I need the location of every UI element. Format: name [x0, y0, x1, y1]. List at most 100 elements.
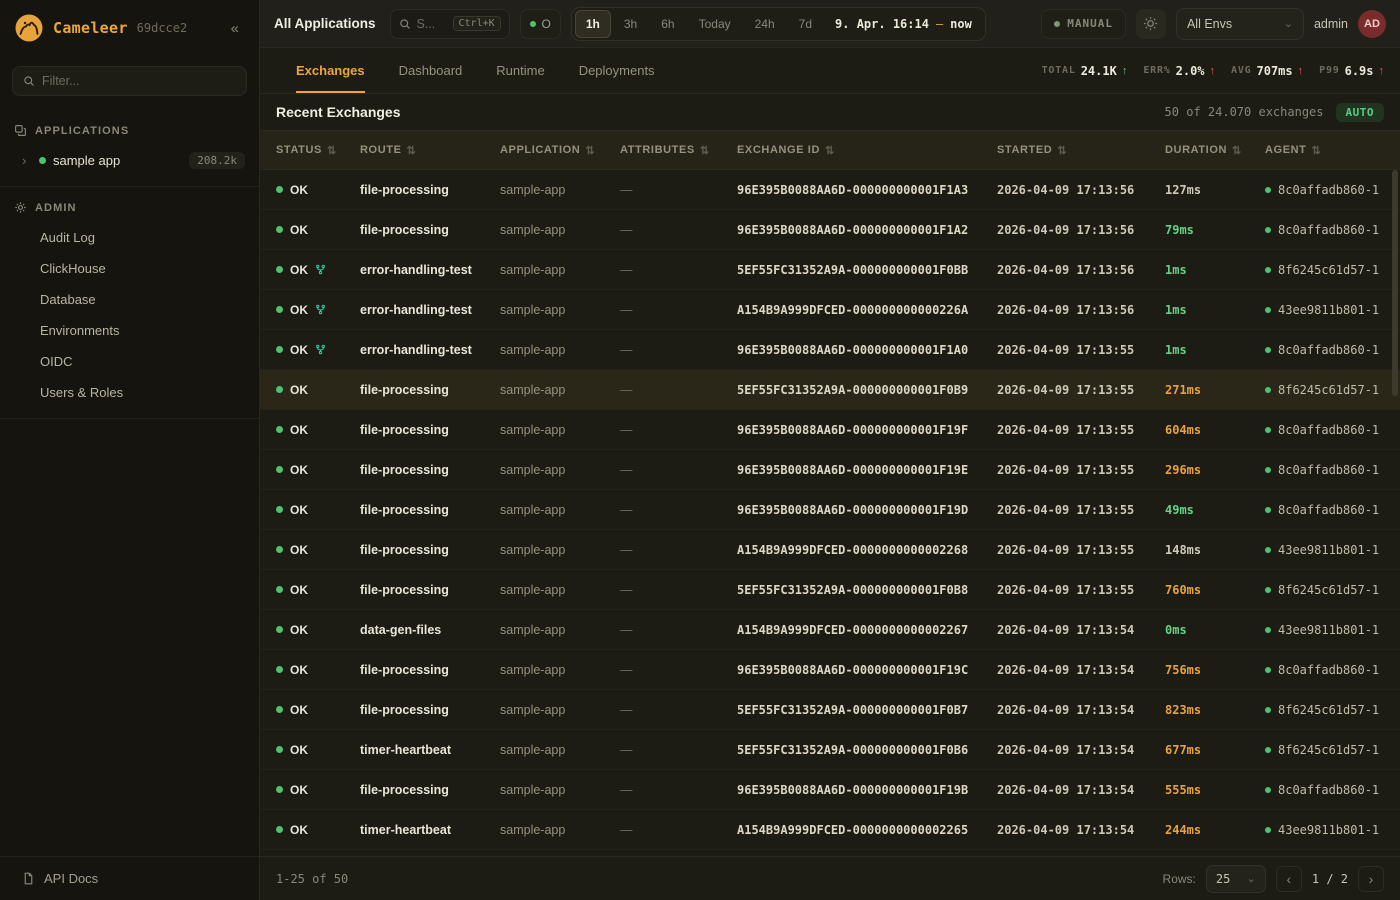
manual-refresh-button[interactable]: MANUAL [1041, 9, 1126, 39]
duration-cell: 760ms [1165, 583, 1265, 597]
application-cell: sample-app [500, 543, 620, 557]
tab-deployments[interactable]: Deployments [579, 48, 655, 93]
sidebar-item-sample-app[interactable]: › sample app 208.2k [0, 145, 259, 176]
tab-exchanges[interactable]: Exchanges [296, 48, 365, 93]
sidebar-item-oidc[interactable]: OIDC [0, 346, 259, 377]
global-search-input[interactable] [417, 17, 447, 31]
table-row[interactable]: OKdata-gen-filessample-app—A154B9A999DFC… [260, 610, 1400, 650]
sort-icon[interactable]: ⇅ [700, 144, 710, 157]
table-row[interactable]: OKfile-processingsample-app—5EF55FC31352… [260, 370, 1400, 410]
table-row[interactable]: OKfile-processingsample-app—96E395B0088A… [260, 210, 1400, 250]
application-cell: sample-app [500, 623, 620, 637]
fork-icon [315, 304, 326, 315]
exchange-id-cell: 96E395B0088AA6D-000000000001F19B [737, 783, 997, 797]
column-header-started[interactable]: STARTED⇅ [997, 144, 1165, 157]
status-cell: OK [276, 183, 360, 197]
auto-refresh-badge[interactable]: AUTO [1336, 103, 1385, 122]
sort-icon[interactable]: ⇅ [327, 144, 337, 157]
sidebar-item-users-roles[interactable]: Users & Roles [0, 377, 259, 408]
duration-cell: 756ms [1165, 663, 1265, 677]
column-header-exchange-id[interactable]: EXCHANGE ID ⇅ [737, 144, 997, 157]
column-header-route[interactable]: ROUTE⇅ [360, 144, 500, 157]
time-range-24h[interactable]: 24h [744, 10, 786, 38]
time-range-today[interactable]: Today [688, 10, 742, 38]
rows-per-page-select[interactable]: 25 ⌄ [1206, 865, 1266, 893]
sidebar-item-clickhouse[interactable]: ClickHouse [0, 253, 259, 284]
route-cell: file-processing [360, 503, 500, 517]
user-name[interactable]: admin [1314, 17, 1348, 31]
agent-status-dot [1265, 387, 1271, 393]
table-row[interactable]: OKerror-handling-testsample-app—96E395B0… [260, 330, 1400, 370]
agent-id: 8c0affadb860-1 [1278, 423, 1379, 437]
sort-icon[interactable]: ⇅ [825, 144, 835, 157]
application-cell: sample-app [500, 663, 620, 677]
time-range-6h[interactable]: 6h [650, 10, 685, 38]
api-docs-link[interactable]: API Docs [0, 856, 259, 900]
column-header-application[interactable]: APPLICATION ⇅ [500, 144, 620, 157]
status-ok-dot [276, 466, 283, 473]
search-shortcut-kbd: Ctrl+K [453, 16, 501, 31]
chevron-right-icon[interactable]: › [22, 153, 32, 168]
sort-icon[interactable]: ⇅ [1232, 144, 1242, 157]
exchange-id-cell: A154B9A999DFCED-0000000000002268 [737, 543, 997, 557]
agent-cell: 43ee9811b801-1 [1265, 543, 1400, 557]
column-header-agent[interactable]: AGENT⇅ [1265, 144, 1400, 157]
agent-status-dot [1265, 427, 1271, 433]
table-row[interactable]: OKtimer-heartbeatsample-app—5EF55FC31352… [260, 730, 1400, 770]
sort-icon[interactable]: ⇅ [1312, 144, 1322, 157]
column-header-duration[interactable]: DURATION⇅ [1165, 144, 1265, 157]
time-range-1h[interactable]: 1h [575, 10, 611, 38]
global-search-box[interactable]: Ctrl+K [390, 9, 510, 39]
table-row[interactable]: OKfile-processingsample-app—96E395B0088A… [260, 490, 1400, 530]
table-row[interactable]: OKtimer-heartbeatsample-app—A154B9A999DF… [260, 810, 1400, 850]
table-row[interactable]: OKfile-processingsample-app—96E395B0088A… [260, 650, 1400, 690]
sidebar-collapse-button[interactable]: « [225, 18, 245, 39]
table-row[interactable]: OKerror-handling-testsample-app—A154B9A9… [260, 290, 1400, 330]
table-row[interactable]: OKfile-processingsample-app—5EF55FC31352… [260, 690, 1400, 730]
stat-value: 24.1K [1081, 64, 1117, 78]
sidebar: Cameleer 69dcce2 « APPLICATIONS › sample… [0, 0, 260, 900]
prev-page-button[interactable]: ‹ [1276, 866, 1302, 892]
section-title: Recent Exchanges [276, 104, 401, 120]
theme-toggle-button[interactable] [1136, 9, 1166, 39]
env-select[interactable]: All Envs ⌄ [1176, 8, 1304, 40]
column-header-attributes[interactable]: ATTRIBUTES⇅ [620, 144, 737, 157]
filter-input-box[interactable] [12, 66, 247, 96]
online-toggle[interactable]: O [520, 9, 561, 39]
sort-icon[interactable]: ⇅ [585, 144, 595, 157]
table-row[interactable]: OKfile-processingsample-app—96E395B0088A… [260, 770, 1400, 810]
sidebar-item-database[interactable]: Database [0, 284, 259, 315]
status-text: OK [290, 223, 308, 237]
application-cell: sample-app [500, 823, 620, 837]
table-row[interactable]: OKfile-processingsample-app—A154B9A999DF… [260, 530, 1400, 570]
exchange-id-cell: A154B9A999DFCED-0000000000002267 [737, 623, 997, 637]
sort-icon[interactable]: ⇅ [407, 144, 417, 157]
scrollbar-thumb[interactable] [1392, 170, 1398, 396]
table-row[interactable]: OKfile-processingsample-app—5EF55FC31352… [260, 570, 1400, 610]
date-range-display[interactable]: 9. Apr. 16:14 — now [825, 17, 982, 31]
status-ok-dot [276, 746, 283, 753]
tab-runtime[interactable]: Runtime [496, 48, 544, 93]
column-header-status[interactable]: STATUS⇅ [276, 144, 360, 157]
sort-icon[interactable]: ⇅ [1057, 144, 1067, 157]
status-ok-dot [276, 826, 283, 833]
table-row[interactable]: OKfile-processingsample-app—96E395B0088A… [260, 450, 1400, 490]
table-row[interactable]: OKfile-processingsample-app—96E395B0088A… [260, 170, 1400, 210]
time-range-3h[interactable]: 3h [613, 10, 648, 38]
sidebar-item-environments[interactable]: Environments [0, 315, 259, 346]
tab-dashboard[interactable]: Dashboard [399, 48, 463, 93]
application-cell: sample-app [500, 183, 620, 197]
filter-input[interactable] [42, 74, 236, 88]
time-range-7d[interactable]: 7d [788, 10, 823, 38]
next-page-button[interactable]: › [1358, 866, 1384, 892]
table-scrollbar[interactable] [1392, 170, 1398, 856]
table-row[interactable]: OKfile-processingsample-app—96E395B0088A… [260, 410, 1400, 450]
agent-id: 43ee9811b801-1 [1278, 303, 1379, 317]
sidebar-item-audit-log[interactable]: Audit Log [0, 222, 259, 253]
agent-id: 8f6245c61d57-1 [1278, 263, 1379, 277]
column-label: APPLICATION [500, 144, 580, 156]
agent-id: 8c0affadb860-1 [1278, 343, 1379, 357]
column-label: EXCHANGE ID [737, 144, 820, 156]
table-row[interactable]: OKerror-handling-testsample-app—5EF55FC3… [260, 250, 1400, 290]
avatar[interactable]: AD [1358, 10, 1386, 38]
